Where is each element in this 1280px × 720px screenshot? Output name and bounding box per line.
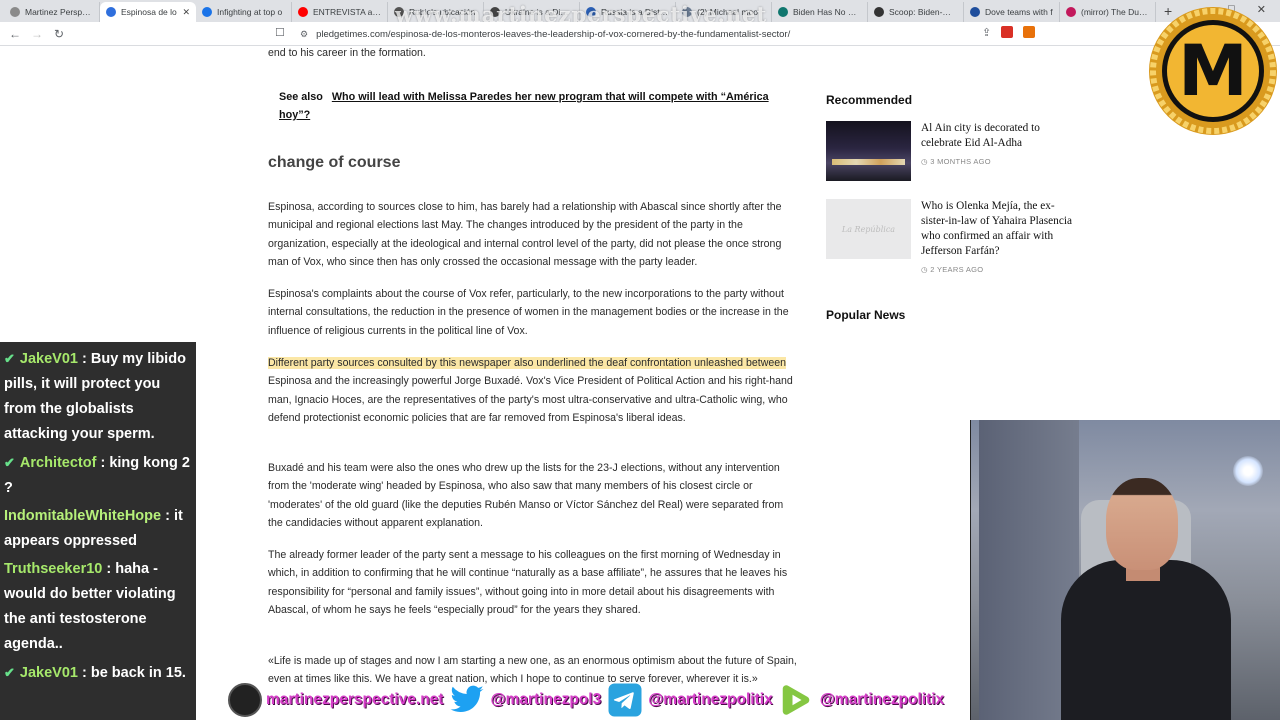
forward-arrow-icon[interactable]: → [26,27,48,41]
streamer-body [1061,560,1231,720]
section-heading: change of course [268,154,401,171]
tab-favicon-icon [202,7,212,17]
site-info-icon[interactable]: ⚙ [300,29,308,40]
stream-chat-overlay: ✔ JakeV01 : Buy my libido pills, it will … [0,342,196,720]
chat-username: JakeV01 [19,665,78,681]
banner-telegram-handle: @martinezpolitix [648,691,773,708]
chat-message: ✔ JakeV01 : be back in 15. [4,665,186,681]
chat-message: IndomitableWhiteHope : it appears oppres… [4,508,183,549]
banner-rumble-handle: @martinezpolitix [819,691,945,708]
article-paragraph: Espinosa's complaints about the course o… [268,288,789,337]
article-paragraph: end to his career in the formation. [268,47,426,59]
browser-tab[interactable]: Dove teams with f [964,2,1060,22]
chat-username: Truthseeker10 [4,561,103,577]
rumble-play-icon [782,685,809,715]
banner-rumble: @martinezpolitix [779,682,945,718]
clock-icon: ◷ [921,265,931,274]
back-arrow-icon[interactable]: ← [4,27,26,41]
streamer-head [1106,478,1178,570]
chat-username: IndomitableWhiteHope [4,508,162,524]
logo-letter: M [1178,30,1248,112]
tab-favicon-icon [106,7,116,17]
banner-twitter: @martinezpol3 [449,682,601,718]
url-text: pledgetimes.com/espinosa-de-los-monteros… [316,28,791,40]
paragraph-text: Espinosa and the increasingly powerful J… [268,375,793,424]
share-icon[interactable]: ⇪ [982,26,991,39]
chat-username: Architectof [19,455,97,471]
extensions-area: ⇪ [982,26,1036,39]
article-paragraph: Espinosa, according to sources close to … [268,201,782,268]
see-also-label: See also [279,91,323,103]
close-icon[interactable]: ✕ [182,7,190,18]
channel-logo: M [1149,7,1277,135]
article-thumbnail[interactable]: La República [826,199,911,259]
verified-badge-icon: ✔ [4,351,15,366]
chat-username: JakeV01 [19,351,78,367]
tab-favicon-icon [10,7,20,17]
banner-site-text: martinezperspective.net [266,691,444,708]
telegram-icon [608,683,642,717]
recommended-title[interactable]: Al Ain city is decorated to celebrate Ei… [921,121,1076,151]
ring-light [1233,456,1263,486]
recommended-heading: Recommended [826,93,913,107]
chat-message: Truthseeker10 : haha - would do better v… [4,561,176,652]
chat-message: ✔ Architectof : king kong 2 ? [4,455,190,496]
see-also-link[interactable]: Who will lead with Melissa Paredes her n… [279,91,769,121]
twitter-bird-icon [450,685,484,713]
selected-text[interactable]: Different party sources consulted by thi… [268,357,787,369]
see-also-box: See also Who will lead with Melissa Pare… [279,88,779,124]
browser-tab[interactable]: ENTREVISTA a SA [292,2,388,22]
chat-message: ✔ JakeV01 : Buy my libido pills, it will … [4,351,186,442]
webcam-overlay [970,420,1280,720]
url-field[interactable]: ⚙ pledgetimes.com/espinosa-de-los-monter… [300,25,1000,43]
browser-tab[interactable]: Martinez Perspecti [4,2,100,22]
social-banner: martinezperspective.net @martinezpol3 @m… [228,680,958,720]
chat-text: be back in 15. [90,665,186,681]
popular-news-heading: Popular News [826,308,906,322]
article-paragraph: Buxadé and his team were also the ones w… [268,462,784,529]
article-paragraph: The already former leader of the party s… [268,549,788,616]
recommended-date: ◷ 2 YEARS AGO [921,265,984,274]
tab-favicon-icon [970,7,980,17]
browser-tab[interactable]: (mirror) The Dums [1060,2,1156,22]
thumbnail-text: La República [841,224,896,234]
globe-icon [228,683,262,717]
article-thumbnail[interactable] [826,121,911,181]
tab-favicon-icon [778,7,788,17]
recommended-date: ◷ 3 MONTHS AGO [921,157,991,166]
extension-shield-icon[interactable] [1001,26,1014,38]
tab-favicon-icon [874,7,884,17]
tab-favicon-icon [298,7,308,17]
address-bar-row: ← → ↻ ☐ ⚙ pledgetimes.com/espinosa-de-lo… [0,22,1280,46]
clock-icon: ◷ [921,157,931,166]
reload-icon[interactable]: ↻ [48,27,70,41]
verified-badge-icon: ✔ [4,455,15,470]
browser-tab[interactable]: Biden Has No Mis [772,2,868,22]
tab-favicon-icon [1066,7,1076,17]
browser-tab-active[interactable]: Espinosa de lo ✕ [100,2,196,22]
banner-telegram: @martinezpolitix [607,682,773,718]
browser-tab[interactable]: Infighting at top o [196,2,292,22]
extension-alert-icon[interactable] [1023,26,1036,38]
recommended-title[interactable]: Who is Olenka Mejía, the ex-sister-in-la… [921,199,1076,259]
article-paragraph-highlighted: Different party sources consulted by thi… [268,354,798,427]
banner-website: martinezperspective.net [228,683,443,717]
banner-twitter-handle: @martinezpol3 [490,691,602,708]
bookmark-icon[interactable]: ☐ [275,26,285,39]
verified-badge-icon: ✔ [4,665,15,680]
browser-tab[interactable]: Scoop: Biden-Neta [868,2,964,22]
